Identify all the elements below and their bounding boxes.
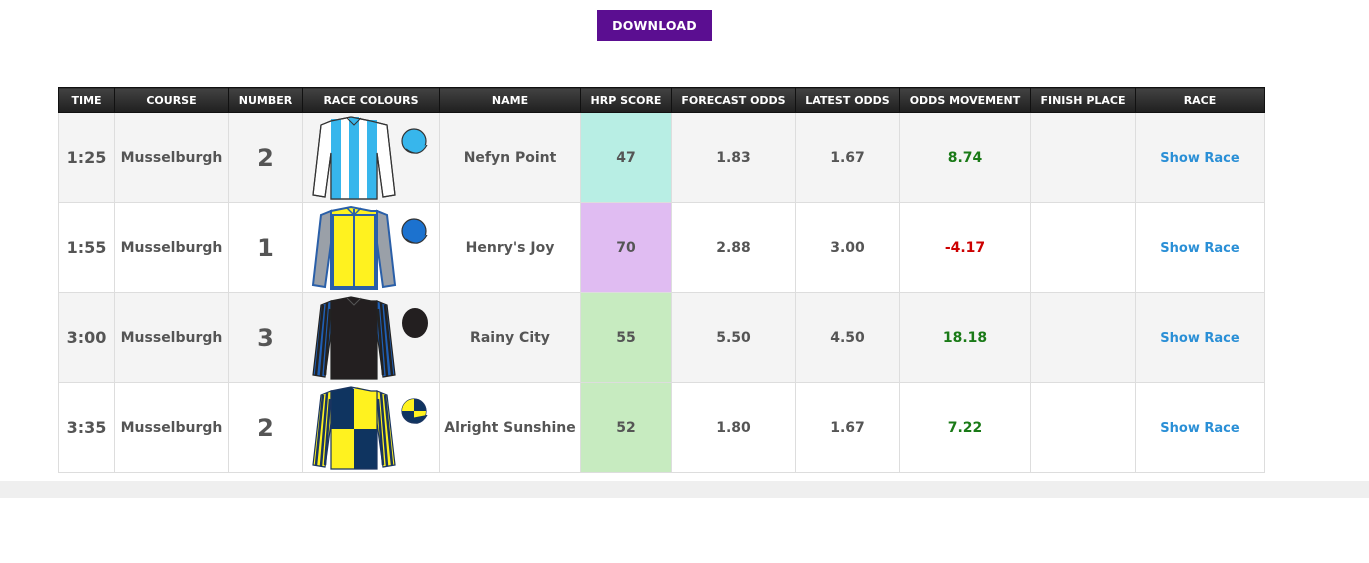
race-colours-cell (302, 112, 440, 203)
odds-movement-cell: 7.22 (899, 382, 1031, 473)
show-race-link[interactable]: Show Race (1160, 421, 1239, 436)
horse-name-cell: Nefyn Point (439, 112, 581, 203)
number-cell: 2 (228, 382, 303, 473)
time-cell: 1:55 (58, 202, 115, 293)
latest-odds-cell: 4.50 (795, 292, 900, 383)
table-row: 3:00 Musselburgh 3 Rainy City 55 5.50 4.… (58, 292, 1265, 383)
header-race: RACE (1135, 87, 1265, 113)
show-race-link[interactable]: Show Race (1160, 241, 1239, 256)
odds-movement-cell: 18.18 (899, 292, 1031, 383)
yellow-blue-sleeves-silks-icon (311, 205, 428, 290)
race-colours-cell (302, 292, 440, 383)
header-number: NUMBER (228, 87, 303, 113)
odds-movement-cell: -4.17 (899, 202, 1031, 293)
race-cell: Show Race (1135, 112, 1265, 203)
header-forecast-odds: FORECAST ODDS (671, 87, 796, 113)
navy-yellow-quartered-silks-icon (312, 385, 428, 470)
header-odds-movement: ODDS MOVEMENT (899, 87, 1031, 113)
latest-odds-cell: 1.67 (795, 382, 900, 473)
horse-name-cell: Henry's Joy (439, 202, 581, 293)
number-cell: 2 (228, 112, 303, 203)
show-race-link[interactable]: Show Race (1160, 331, 1239, 346)
race-cell: Show Race (1135, 202, 1265, 293)
header-race-colours: RACE COLOURS (302, 87, 440, 113)
bottom-bar (0, 481, 1369, 498)
time-cell: 3:35 (58, 382, 115, 473)
forecast-odds-cell: 5.50 (671, 292, 796, 383)
race-colours-cell (302, 382, 440, 473)
course-cell: Musselburgh (114, 202, 229, 293)
download-button[interactable]: DOWNLOAD (597, 10, 712, 41)
header-finish-place: FINISH PLACE (1030, 87, 1136, 113)
race-cell: Show Race (1135, 382, 1265, 473)
header-latest-odds: LATEST ODDS (795, 87, 900, 113)
hrp-score-cell: 52 (580, 382, 672, 473)
latest-odds-cell: 1.67 (795, 112, 900, 203)
header-time: TIME (58, 87, 115, 113)
hrp-score-cell: 55 (580, 292, 672, 383)
finish-place-cell (1030, 112, 1136, 203)
number-cell: 3 (228, 292, 303, 383)
header-course: COURSE (114, 87, 229, 113)
course-cell: Musselburgh (114, 292, 229, 383)
table-row: 1:25 Musselburgh 2 Nefyn Point 47 1.83 1… (58, 112, 1265, 203)
horse-name-cell: Rainy City (439, 292, 581, 383)
black-blue-striped-sleeves-silks-icon (312, 295, 428, 380)
odds-movement-cell: 8.74 (899, 112, 1031, 203)
table-row: 1:55 Musselburgh 1 Henry's Joy 70 2.88 3… (58, 202, 1265, 293)
race-table: TIME COURSE NUMBER RACE COLOURS NAME HRP… (58, 87, 1265, 473)
number-cell: 1 (228, 202, 303, 293)
horse-name-cell: Alright Sunshine (439, 382, 581, 473)
course-cell: Musselburgh (114, 112, 229, 203)
finish-place-cell (1030, 382, 1136, 473)
table-header-row: TIME COURSE NUMBER RACE COLOURS NAME HRP… (58, 87, 1265, 113)
header-hrp-score: HRP SCORE (580, 87, 672, 113)
forecast-odds-cell: 1.80 (671, 382, 796, 473)
time-cell: 1:25 (58, 112, 115, 203)
show-race-link[interactable]: Show Race (1160, 151, 1239, 166)
race-colours-cell (302, 202, 440, 293)
forecast-odds-cell: 2.88 (671, 202, 796, 293)
header-name: NAME (439, 87, 581, 113)
latest-odds-cell: 3.00 (795, 202, 900, 293)
forecast-odds-cell: 1.83 (671, 112, 796, 203)
course-cell: Musselburgh (114, 382, 229, 473)
finish-place-cell (1030, 202, 1136, 293)
race-cell: Show Race (1135, 292, 1265, 383)
time-cell: 3:00 (58, 292, 115, 383)
hrp-score-cell: 70 (580, 202, 672, 293)
light-blue-white-stripes-silks-icon (312, 115, 428, 200)
finish-place-cell (1030, 292, 1136, 383)
hrp-score-cell: 47 (580, 112, 672, 203)
table-row: 3:35 Musselburgh 2 Alright Sunshine 52 1… (58, 382, 1265, 473)
